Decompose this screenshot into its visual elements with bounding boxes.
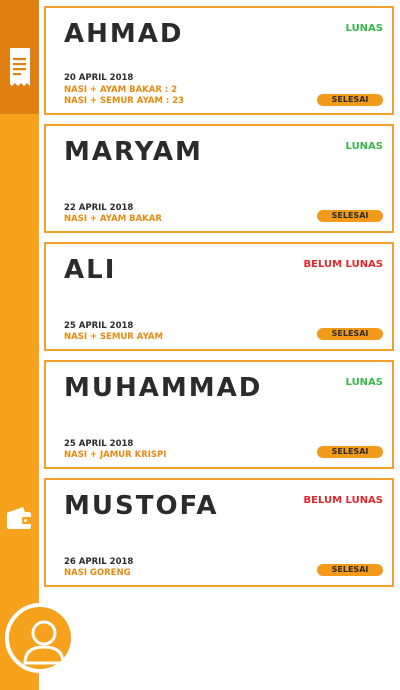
order-date: 25 APRIL 2018 — [64, 321, 134, 331]
order-date: 26 APRIL 2018 — [64, 557, 134, 567]
order-item: NASI + SEMUR AYAM : 23 — [64, 96, 185, 106]
payment-status: BELUM LUNAS — [303, 495, 383, 506]
order-date: 20 APRIL 2018 — [64, 73, 134, 83]
customer-name: MARYAM — [64, 137, 203, 167]
order-items: NASI + JAMUR KRISPI — [64, 450, 166, 461]
customer-name: ALI — [64, 255, 117, 285]
customer-name: MUHAMMAD — [64, 373, 263, 403]
order-card[interactable]: AHMAD LUNAS 20 APRIL 2018 NASI + AYAM BA… — [44, 6, 394, 115]
sidebar-item-orders[interactable] — [0, 0, 39, 114]
selesai-button[interactable]: SELESAI — [317, 446, 383, 458]
order-date: 22 APRIL 2018 — [64, 203, 134, 213]
order-card[interactable]: MUHAMMAD LUNAS 25 APRIL 2018 NASI + JAMU… — [44, 360, 394, 469]
order-card[interactable]: ALI BELUM LUNAS 25 APRIL 2018 NASI + SEM… — [44, 242, 394, 351]
order-item: NASI + JAMUR KRISPI — [64, 450, 167, 460]
order-card[interactable]: MARYAM LUNAS 22 APRIL 2018 NASI + AYAM B… — [44, 124, 394, 233]
order-items: NASI GORENG — [64, 568, 131, 579]
customer-name: MUSTOFA — [64, 491, 219, 521]
selesai-button[interactable]: SELESAI — [317, 210, 383, 222]
order-item: NASI + AYAM BAKAR : 2 — [64, 85, 178, 95]
order-item: NASI + SEMUR AYAM — [64, 332, 163, 342]
payment-status: LUNAS — [345, 377, 383, 388]
sidebar — [0, 0, 39, 690]
payment-status: LUNAS — [345, 23, 383, 34]
payment-status: LUNAS — [345, 141, 383, 152]
user-avatar[interactable] — [5, 603, 75, 673]
order-items: NASI + AYAM BAKAR — [64, 214, 162, 225]
selesai-button[interactable]: SELESAI — [317, 328, 383, 340]
user-avatar-icon — [23, 620, 65, 665]
order-items: NASI + AYAM BAKAR : 2 NASI + SEMUR AYAM … — [64, 85, 184, 107]
order-item: NASI + AYAM BAKAR — [64, 214, 162, 224]
customer-name: AHMAD — [64, 19, 184, 49]
selesai-button[interactable]: SELESAI — [317, 564, 383, 576]
order-items: NASI + SEMUR AYAM — [64, 332, 163, 343]
order-date: 25 APRIL 2018 — [64, 439, 134, 449]
order-card[interactable]: MUSTOFA BELUM LUNAS 26 APRIL 2018 NASI G… — [44, 478, 394, 587]
payment-status: BELUM LUNAS — [303, 259, 383, 270]
order-list: AHMAD LUNAS 20 APRIL 2018 NASI + AYAM BA… — [44, 6, 394, 596]
selesai-button[interactable]: SELESAI — [317, 94, 383, 106]
receipt-icon — [10, 48, 30, 86]
order-item: NASI GORENG — [64, 568, 131, 578]
wallet-icon[interactable] — [6, 506, 32, 530]
